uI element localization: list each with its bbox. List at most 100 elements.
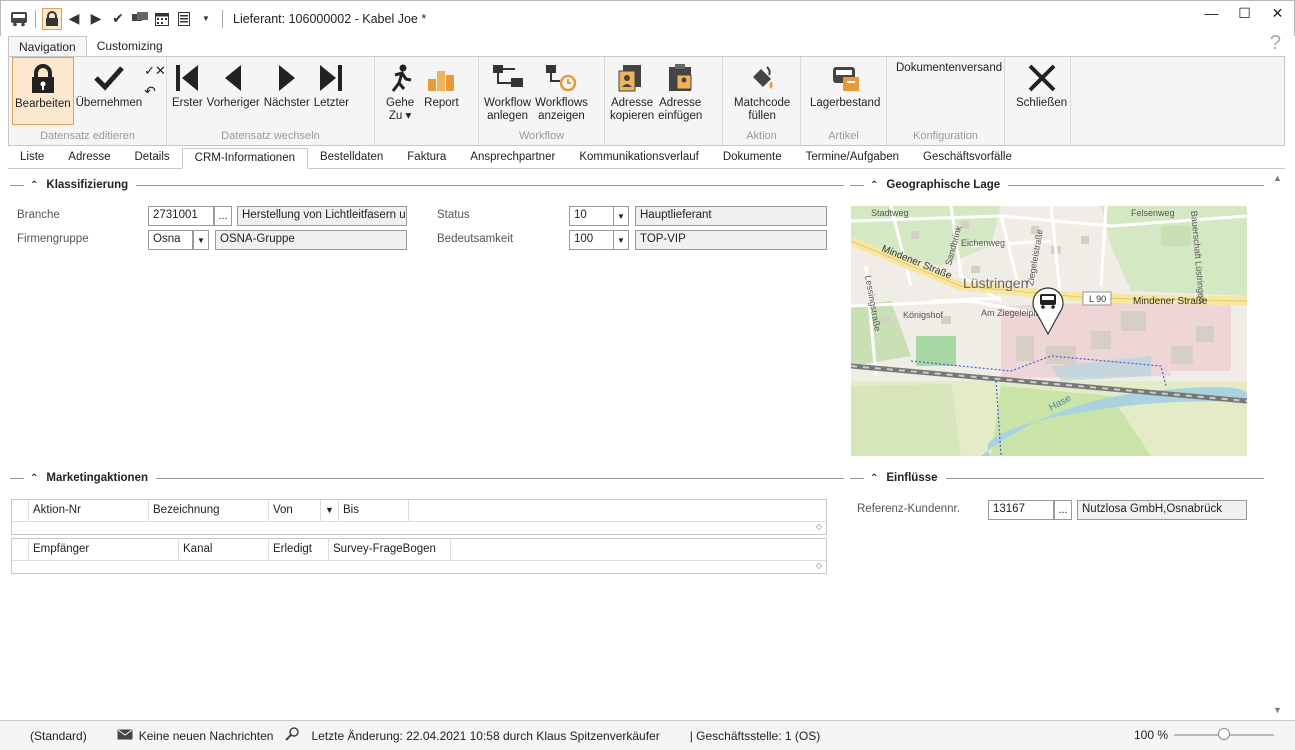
bearbeiten-button[interactable]: Bearbeiten — [12, 57, 74, 125]
tab-ansprechpartner[interactable]: Ansprechpartner — [458, 148, 567, 168]
tab-bestelldaten[interactable]: Bestelldaten — [308, 148, 395, 168]
branche-lookup-button[interactable]: ... — [214, 206, 232, 226]
collapse-caret-icon[interactable]: ⌃ — [30, 180, 38, 191]
lagerbestand-button[interactable]: Lagerbestand — [804, 57, 886, 125]
close-icon[interactable]: ✕ — [1261, 1, 1294, 25]
tab-dokumente[interactable]: Dokumente — [711, 148, 794, 168]
workflows-anzeigen-button[interactable]: Workflows anzeigen — [533, 57, 590, 125]
location-map[interactable]: Stadtweg Eichenweg Felsenweg Königshof A… — [851, 206, 1247, 456]
matchcode-fuellen-button[interactable]: Matchcode füllen — [726, 57, 798, 125]
tab-details[interactable]: Details — [122, 148, 181, 168]
undo-icon[interactable]: ↶ — [144, 83, 166, 100]
customize-dropdown-icon[interactable]: ▼ — [196, 8, 216, 30]
col-von[interactable]: Von — [269, 500, 321, 521]
tab-geschaeftsvorfaelle[interactable]: Geschäftsvorfälle — [911, 148, 1024, 168]
tab-customizing[interactable]: Customizing — [87, 36, 173, 56]
sort-desc-icon[interactable]: ▼ — [321, 500, 339, 521]
schliessen-button[interactable]: Schließen — [1008, 57, 1075, 125]
bedeutsamkeit-label: Bedeutsamkeit — [437, 233, 514, 245]
grid-scrollbar[interactable]: ◇ — [12, 522, 826, 535]
col-empfaenger[interactable]: Empfänger — [29, 539, 179, 560]
group-navigation-misc: Gehe Zu ▾ Report — [375, 57, 479, 145]
toolbar-separator — [222, 9, 223, 28]
col-aktion-nr[interactable]: Aktion-Nr — [29, 500, 149, 521]
workflow-show-icon — [544, 59, 578, 97]
gehe-zu-button[interactable]: Gehe Zu ▾ — [378, 57, 422, 125]
group-datensatz-wechseln: Erster Vorheriger Nächster Letzter Daten… — [167, 57, 375, 145]
uebernehmen-button[interactable]: Übernehmen — [74, 57, 144, 125]
report-button[interactable]: Report — [422, 57, 461, 125]
recipients-grid[interactable]: Empfänger Kanal Erledigt Survey-FrageBog… — [11, 538, 827, 574]
tab-faktura[interactable]: Faktura — [395, 148, 458, 168]
paste-address-icon — [665, 59, 695, 97]
referenz-lookup-button[interactable]: ... — [1054, 500, 1072, 520]
adresse-kopieren-button[interactable]: Adresse kopieren — [608, 57, 656, 125]
collapse-caret-icon[interactable]: ⌃ — [30, 473, 38, 484]
tab-termine-aufgaben[interactable]: Termine/Aufgaben — [794, 148, 911, 168]
workflow-anlegen-button[interactable]: Workflow anlegen — [482, 57, 533, 125]
list-icon[interactable] — [174, 8, 194, 30]
scroll-spinner-icon[interactable]: ◇ — [816, 522, 822, 531]
check-cancel-icon[interactable]: ✓✕ — [144, 63, 166, 79]
status-code-field[interactable]: 10 — [569, 206, 614, 226]
section-geographische-lage: ⌃ Geographische Lage — [850, 179, 1264, 191]
lock-icon[interactable] — [42, 7, 62, 30]
help-icon[interactable]: ? — [1270, 32, 1281, 55]
quick-access-toolbar: ◀ ▶ ✔ ▼ — [1, 7, 227, 30]
messages-icon[interactable] — [130, 8, 150, 30]
check-icon[interactable]: ✔ — [108, 8, 128, 30]
workflow-add-icon — [491, 59, 525, 97]
toolbar-separator — [35, 9, 36, 28]
bedeutsamkeit-dropdown-icon[interactable]: ▼ — [613, 230, 629, 250]
scroll-up-icon[interactable]: ▲ — [1273, 173, 1282, 183]
referenz-kundennr-field[interactable]: 13167 — [988, 500, 1054, 520]
firmengruppe-dropdown-icon[interactable]: ▼ — [193, 230, 209, 250]
collapse-caret-icon[interactable]: ⌃ — [870, 180, 878, 191]
zoom-label: 100 % — [1134, 728, 1169, 742]
scroll-down-icon[interactable]: ▼ — [1273, 705, 1282, 715]
maximize-icon[interactable]: ☐ — [1228, 1, 1261, 25]
firmengruppe-code-field[interactable]: Osna — [148, 230, 193, 250]
tab-kommunikationsverlauf[interactable]: Kommunikationsverlauf — [567, 148, 711, 168]
col-bis[interactable]: Bis — [339, 500, 409, 521]
col-bezeichnung[interactable]: Bezeichnung — [149, 500, 269, 521]
profile-status[interactable]: (Standard) — [30, 729, 87, 743]
adresse-einfuegen-button[interactable]: Adresse einfügen — [656, 57, 704, 125]
bedeutsamkeit-code-field[interactable]: 100 — [569, 230, 614, 250]
branche-code-field[interactable]: 2731001 — [148, 206, 214, 226]
naechster-button[interactable]: Nächster — [262, 57, 312, 125]
vertical-scrollbar[interactable]: ▲ ▼ — [1269, 169, 1285, 719]
minimize-icon[interactable]: — — [1195, 1, 1228, 25]
zoom-slider-thumb[interactable] — [1218, 728, 1230, 740]
letzter-button[interactable]: Letzter — [312, 57, 351, 125]
svg-text:Mindener Straße: Mindener Straße — [1133, 296, 1208, 307]
first-record-icon — [174, 59, 200, 97]
col-erledigt[interactable]: Erledigt — [269, 539, 329, 560]
collapse-caret-icon[interactable]: ⌃ — [870, 473, 878, 484]
tab-crm-informationen[interactable]: CRM-Informationen — [181, 148, 308, 169]
calendar-icon[interactable] — [152, 8, 172, 30]
col-kanal[interactable]: Kanal — [179, 539, 269, 560]
vorheriger-button[interactable]: Vorheriger — [205, 57, 262, 125]
erster-button[interactable]: Erster — [170, 57, 205, 125]
tab-liste[interactable]: Liste — [8, 148, 56, 168]
check-icon — [93, 59, 125, 97]
tab-navigation[interactable]: Navigation — [8, 36, 87, 56]
scroll-spinner-icon[interactable]: ◇ — [816, 561, 822, 570]
tab-adresse[interactable]: Adresse — [56, 148, 122, 168]
previous-record-icon — [223, 59, 243, 97]
marketing-actions-grid[interactable]: Aktion-Nr Bezeichnung Von ▼ Bis ◇ — [11, 499, 827, 535]
bus-icon[interactable] — [9, 8, 29, 30]
grid-scrollbar[interactable]: ◇ — [12, 561, 826, 574]
copy-address-icon — [617, 59, 647, 97]
previous-icon[interactable]: ◀ — [64, 8, 84, 30]
zoom-slider[interactable] — [1174, 728, 1274, 740]
search-icon[interactable] — [285, 727, 300, 744]
status-dropdown-icon[interactable]: ▼ — [613, 206, 629, 226]
col-survey-fragebogen[interactable]: Survey-FrageBogen — [329, 539, 451, 560]
ribbon: Bearbeiten Übernehmen ✓✕ ↶ Datensatz edi… — [8, 56, 1285, 146]
dokumentenversand-button[interactable]: Dokumentenversand — [890, 57, 1008, 125]
svg-text:Stadtweg: Stadtweg — [871, 208, 909, 218]
messages-status[interactable]: Keine neuen Nachrichten — [117, 729, 273, 743]
next-icon[interactable]: ▶ — [86, 8, 106, 30]
